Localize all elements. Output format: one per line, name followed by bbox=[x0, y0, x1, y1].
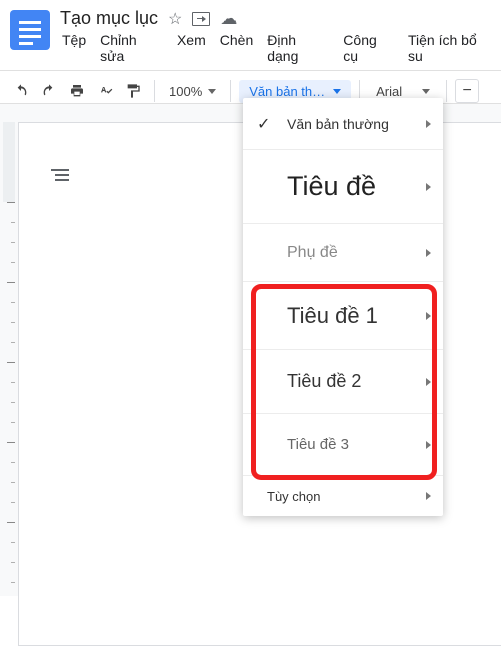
title-row: Tạo mục lục ☆ ☁ bbox=[56, 6, 493, 32]
separator bbox=[230, 80, 231, 102]
menu-extensions[interactable]: Tiện ích bổ su bbox=[408, 32, 493, 64]
chevron-right-icon bbox=[426, 120, 431, 128]
decrease-font-size-button[interactable]: − bbox=[455, 79, 479, 103]
style-option-heading-3[interactable]: Tiêu đề 3 bbox=[243, 414, 443, 476]
style-option-normal-text[interactable]: ✓ Văn bản thường bbox=[243, 98, 443, 150]
menu-tools[interactable]: Công cụ bbox=[343, 32, 394, 64]
outline-icon[interactable] bbox=[51, 169, 69, 183]
style-option-label: Văn bản thường bbox=[287, 116, 389, 132]
zoom-value: 100% bbox=[169, 84, 202, 99]
style-option-label: Tùy chọn bbox=[267, 489, 320, 504]
move-icon[interactable] bbox=[192, 12, 210, 26]
menu-insert[interactable]: Chèn bbox=[220, 32, 253, 64]
separator bbox=[446, 80, 447, 102]
style-option-label: Tiêu đề bbox=[287, 171, 376, 202]
docs-app-icon[interactable] bbox=[10, 10, 50, 50]
chevron-right-icon bbox=[426, 183, 431, 191]
style-option-heading-1[interactable]: Tiêu đề 1 bbox=[243, 282, 443, 350]
redo-button[interactable] bbox=[36, 77, 62, 105]
menu-format[interactable]: Định dạng bbox=[267, 32, 329, 64]
star-icon[interactable]: ☆ bbox=[168, 9, 182, 29]
style-option-label: Phụ đề bbox=[287, 244, 338, 262]
styles-label: Văn bản th… bbox=[249, 84, 325, 99]
menu-file[interactable]: Tệp bbox=[62, 32, 86, 64]
chevron-right-icon bbox=[426, 492, 431, 500]
chevron-right-icon bbox=[426, 312, 431, 320]
chevron-down-icon bbox=[208, 89, 216, 94]
spellcheck-button[interactable] bbox=[92, 77, 118, 105]
menu-bar: Tệp Chỉnh sửa Xem Chèn Định dạng Công cụ… bbox=[56, 32, 493, 70]
vertical-ruler bbox=[3, 122, 15, 596]
print-button[interactable] bbox=[64, 77, 90, 105]
chevron-right-icon bbox=[426, 249, 431, 257]
cloud-status-icon[interactable]: ☁ bbox=[220, 9, 237, 29]
paint-format-button[interactable] bbox=[120, 77, 146, 105]
zoom-dropdown[interactable]: 100% bbox=[163, 84, 222, 99]
font-dropdown[interactable]: Arial bbox=[368, 84, 438, 99]
style-option-title[interactable]: Tiêu đề bbox=[243, 150, 443, 224]
header: Tạo mục lục ☆ ☁ Tệp Chỉnh sửa Xem Chèn Đ… bbox=[0, 0, 501, 70]
font-name: Arial bbox=[376, 84, 402, 99]
chevron-down-icon bbox=[422, 89, 430, 94]
undo-button[interactable] bbox=[8, 77, 34, 105]
chevron-right-icon bbox=[426, 441, 431, 449]
check-icon: ✓ bbox=[257, 114, 270, 134]
style-option-subtitle[interactable]: Phụ đề bbox=[243, 224, 443, 282]
style-option-label: Tiêu đề 1 bbox=[287, 303, 378, 329]
document-title[interactable]: Tạo mục lục bbox=[60, 8, 158, 29]
style-option-heading-2[interactable]: Tiêu đề 2 bbox=[243, 350, 443, 414]
menu-view[interactable]: Xem bbox=[177, 32, 206, 64]
separator bbox=[154, 80, 155, 102]
chevron-right-icon bbox=[426, 378, 431, 386]
style-option-label: Tiêu đề 2 bbox=[287, 371, 361, 392]
style-option-options[interactable]: Tùy chọn bbox=[243, 476, 443, 516]
menu-edit[interactable]: Chỉnh sửa bbox=[100, 32, 163, 64]
style-option-label: Tiêu đề 3 bbox=[287, 436, 349, 453]
chevron-down-icon bbox=[333, 89, 341, 94]
styles-dropdown-menu: ✓ Văn bản thường Tiêu đề Phụ đề Tiêu đề … bbox=[243, 98, 443, 516]
